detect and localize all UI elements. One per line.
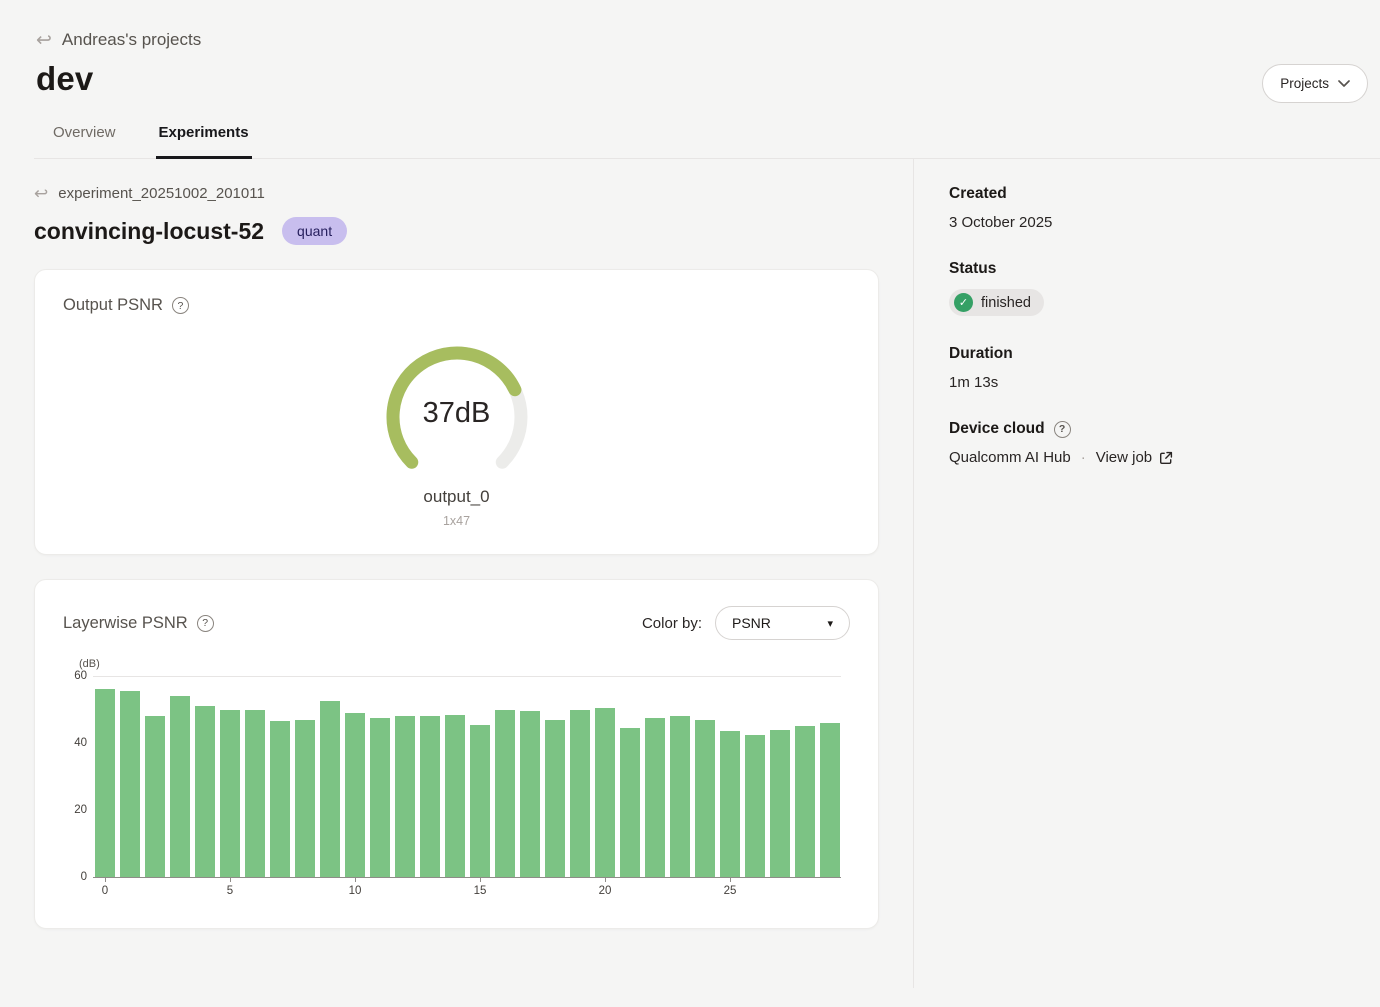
experiment-title: convincing-locust-52	[34, 218, 264, 245]
layerwise-bar-chart: (dB) 0204060 0510152025	[93, 658, 850, 902]
output-shape: 1x47	[443, 514, 470, 528]
x-tick-mark	[730, 878, 731, 882]
x-tick-label: 10	[349, 885, 362, 897]
x-tick-label: 5	[227, 885, 233, 897]
external-link-icon	[1159, 451, 1173, 465]
psnr-bar[interactable]	[195, 706, 215, 877]
page-header: ↩ Andreas's projects dev Projects	[0, 0, 1380, 98]
psnr-gauge: 37dB	[372, 339, 542, 477]
created-value: 3 October 2025	[949, 214, 1380, 231]
status-badge: ✓ finished	[949, 289, 1044, 316]
psnr-bar[interactable]	[145, 716, 165, 877]
psnr-bar[interactable]	[370, 718, 390, 877]
x-tick-mark	[105, 878, 106, 882]
psnr-bar[interactable]	[820, 723, 840, 877]
x-tick-mark	[605, 878, 606, 882]
gauge-value: 37dB	[372, 397, 542, 430]
projects-dropdown-label: Projects	[1280, 76, 1329, 91]
psnr-bar[interactable]	[720, 731, 740, 877]
y-axis-unit-label: (dB)	[79, 658, 850, 670]
help-icon[interactable]: ?	[172, 297, 189, 314]
back-icon[interactable]: ↩	[36, 31, 52, 50]
psnr-bar[interactable]	[95, 689, 115, 877]
created-label: Created	[949, 185, 1380, 203]
chevron-down-icon	[1338, 80, 1350, 88]
y-tick-label: 0	[63, 871, 87, 883]
help-icon[interactable]: ?	[197, 615, 214, 632]
main-panel: ↩ experiment_20251002_201011 convincing-…	[0, 159, 913, 988]
status-value: finished	[981, 295, 1031, 311]
device-cloud-label: Device cloud	[949, 420, 1045, 438]
x-tick-label: 15	[474, 885, 487, 897]
details-sidebar: Created 3 October 2025 Status ✓ finished…	[913, 159, 1380, 988]
output-psnr-title: Output PSNR	[63, 296, 163, 315]
help-icon[interactable]: ?	[1054, 421, 1071, 438]
y-tick-label: 60	[63, 670, 87, 682]
page-title: dev	[36, 60, 1344, 98]
experiment-breadcrumb-label[interactable]: experiment_20251002_201011	[58, 185, 265, 202]
x-tick-label: 0	[102, 885, 108, 897]
bar-series	[93, 676, 841, 877]
tab-experiments[interactable]: Experiments	[156, 124, 252, 159]
back-icon[interactable]: ↩	[34, 185, 48, 202]
check-icon: ✓	[954, 293, 973, 312]
psnr-bar[interactable]	[295, 720, 315, 877]
x-axis: 0 5 10 15 20 25	[93, 878, 841, 902]
psnr-bar[interactable]	[645, 718, 665, 877]
psnr-bar[interactable]	[545, 720, 565, 877]
psnr-bar[interactable]	[595, 708, 615, 877]
psnr-bar[interactable]	[620, 728, 640, 877]
caret-down-icon: ▾	[827, 617, 833, 630]
x-tick-mark	[355, 878, 356, 882]
duration-value: 1m 13s	[949, 374, 1380, 391]
breadcrumb-label[interactable]: Andreas's projects	[62, 30, 201, 50]
experiment-breadcrumb[interactable]: ↩ experiment_20251002_201011	[34, 185, 879, 202]
tab-bar: Overview Experiments	[34, 124, 1380, 159]
y-tick-label: 20	[63, 804, 87, 816]
psnr-bar[interactable]	[320, 701, 340, 877]
view-job-link[interactable]: View job	[1096, 449, 1173, 466]
psnr-bar[interactable]	[420, 716, 440, 877]
psnr-bar[interactable]	[570, 710, 590, 878]
plot-area: 0204060	[93, 676, 841, 878]
y-tick-label: 40	[63, 737, 87, 749]
psnr-bar[interactable]	[670, 716, 690, 877]
output-psnr-card: Output PSNR ? 37dB output_0 1x47	[34, 269, 879, 555]
projects-dropdown-button[interactable]: Projects	[1262, 64, 1368, 103]
psnr-bar[interactable]	[120, 691, 140, 877]
psnr-bar[interactable]	[270, 721, 290, 877]
psnr-bar[interactable]	[470, 725, 490, 877]
psnr-bar[interactable]	[795, 726, 815, 877]
psnr-bar[interactable]	[345, 713, 365, 877]
output-name: output_0	[423, 487, 489, 507]
psnr-bar[interactable]	[770, 730, 790, 877]
layerwise-psnr-card: Layerwise PSNR ? Color by: PSNR ▾ (dB) 0…	[34, 579, 879, 929]
x-tick-mark	[480, 878, 481, 882]
view-job-label: View job	[1096, 449, 1152, 466]
psnr-bar[interactable]	[245, 710, 265, 878]
x-tick-label: 25	[724, 885, 737, 897]
quant-badge: quant	[282, 217, 347, 245]
color-by-selected-value: PSNR	[732, 615, 771, 631]
psnr-bar[interactable]	[170, 696, 190, 877]
color-by-label: Color by:	[642, 615, 702, 632]
psnr-bar[interactable]	[445, 715, 465, 877]
psnr-bar[interactable]	[395, 716, 415, 877]
duration-label: Duration	[949, 345, 1380, 363]
psnr-bar[interactable]	[220, 710, 240, 878]
psnr-bar[interactable]	[745, 735, 765, 877]
color-by-select[interactable]: PSNR ▾	[715, 606, 850, 640]
psnr-bar[interactable]	[520, 711, 540, 877]
x-tick-mark	[230, 878, 231, 882]
device-cloud-value[interactable]: Qualcomm AI Hub	[949, 449, 1071, 466]
tab-overview[interactable]: Overview	[50, 124, 119, 158]
psnr-bar[interactable]	[695, 720, 715, 877]
psnr-bar[interactable]	[495, 710, 515, 878]
x-tick-label: 20	[599, 885, 612, 897]
layerwise-psnr-title: Layerwise PSNR	[63, 614, 188, 633]
breadcrumb[interactable]: ↩ Andreas's projects	[36, 30, 1344, 50]
status-label: Status	[949, 260, 1380, 278]
separator-dot: ·	[1081, 449, 1086, 466]
